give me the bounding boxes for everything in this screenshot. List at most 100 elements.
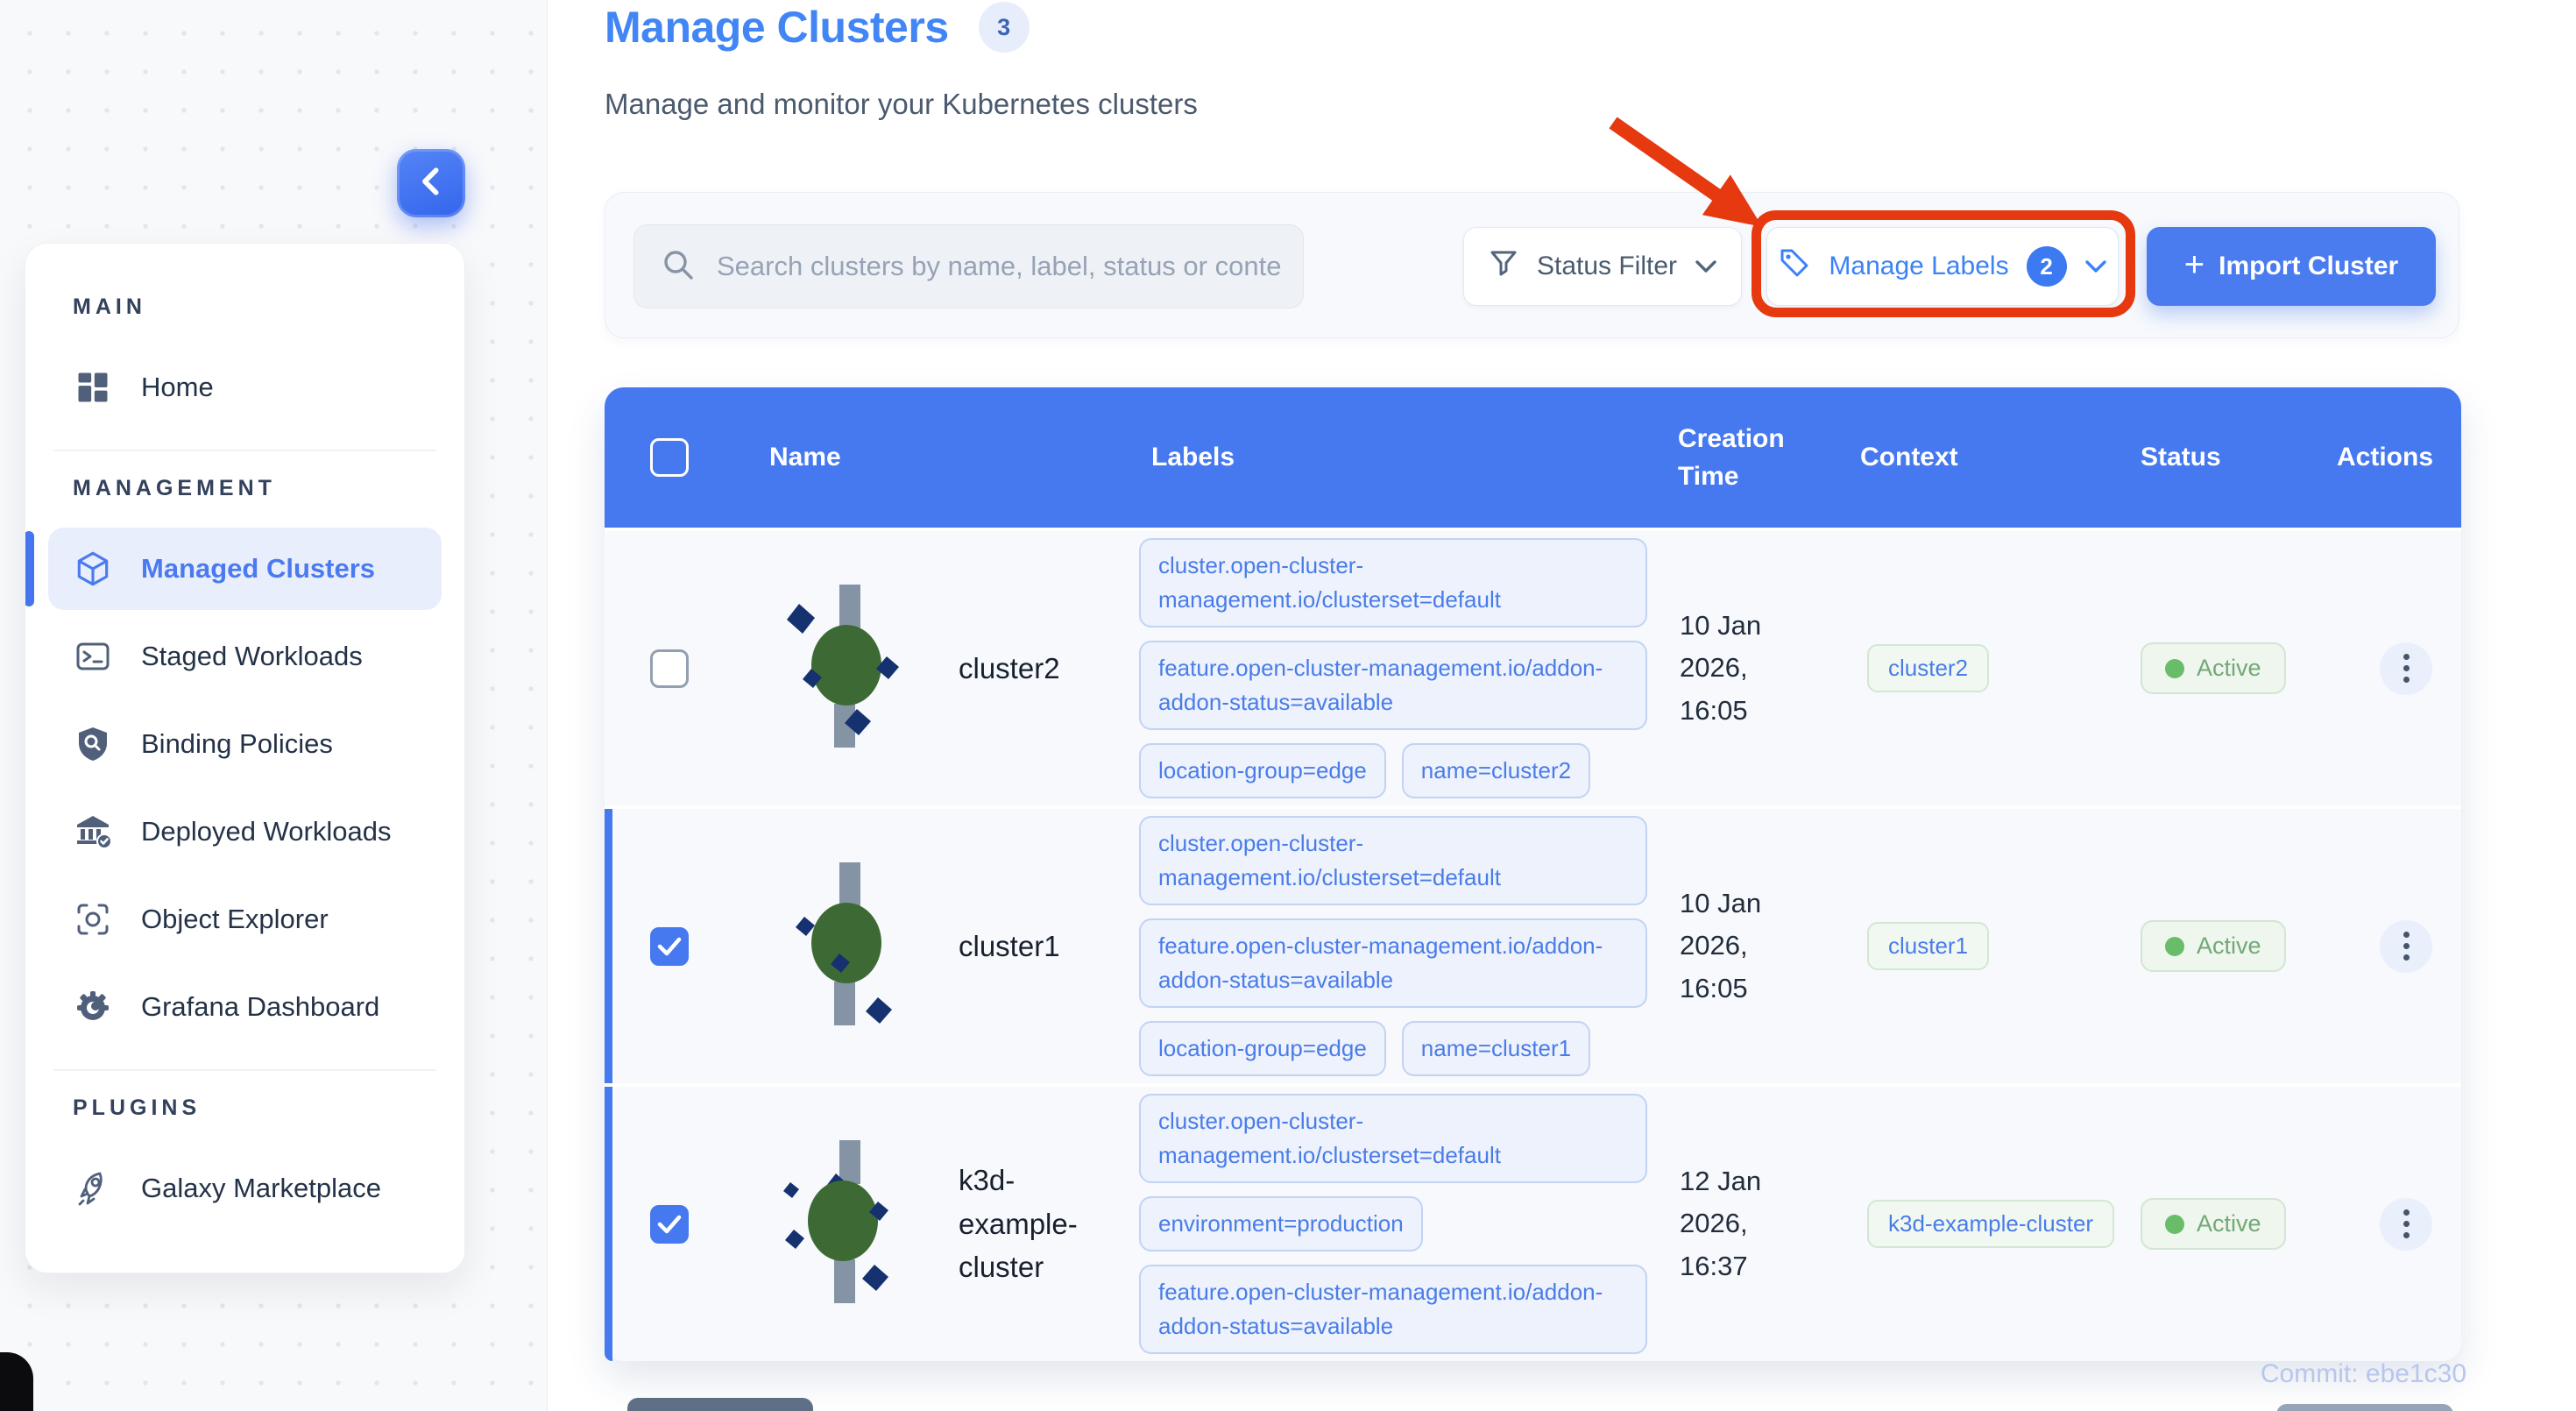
sidebar-collapse-button[interactable] xyxy=(397,149,465,217)
sidebar-item-binding-policies[interactable]: Binding Policies xyxy=(48,703,442,785)
cluster-node-icon xyxy=(769,583,927,754)
cluster-name: k3d- example- cluster xyxy=(959,1164,1078,1284)
cluster-name: cluster1 xyxy=(959,929,1060,962)
table-row: cluster2 cluster.open-cluster- managemen… xyxy=(605,531,2461,805)
table-row: cluster1 cluster.open-cluster- managemen… xyxy=(605,809,2461,1083)
sidebar-item-label: Staged Workloads xyxy=(141,641,363,671)
status-badge: Active xyxy=(2141,920,2286,972)
sidebar-item-deployed-workloads[interactable]: Deployed Workloads xyxy=(48,791,442,873)
rocket-icon xyxy=(73,1168,113,1209)
sidebar-item-label: Object Explorer xyxy=(141,904,329,934)
chevron-down-icon xyxy=(2084,252,2107,281)
toolbar: Status Filter Manage Labels 2 + Import C… xyxy=(605,192,2459,338)
status-filter-label: Status Filter xyxy=(1536,252,1678,280)
tag-icon xyxy=(1778,246,1811,287)
sidebar-item-label: Deployed Workloads xyxy=(141,816,392,847)
manage-labels-count-badge: 2 xyxy=(2026,246,2067,287)
status-dot-icon xyxy=(2165,1214,2184,1234)
row-checkbox[interactable] xyxy=(650,1204,689,1244)
label-chip: name=cluster2 xyxy=(1401,743,1591,798)
column-header-context: Context xyxy=(1860,443,1958,472)
table-row: k3d- example- cluster cluster.open-clust… xyxy=(605,1087,2461,1361)
label-chip: cluster.open-cluster- management.io/clus… xyxy=(1139,538,1647,628)
cube-icon xyxy=(73,549,113,589)
row-checkbox[interactable] xyxy=(650,649,689,688)
creation-time: 10 Jan 2026, 16:05 xyxy=(1680,610,1762,726)
clusters-table: Name Labels Creation Time Context Status… xyxy=(605,387,2461,1361)
sidebar-section-main: MAIN xyxy=(73,294,146,319)
status-badge: Active xyxy=(2141,1198,2286,1250)
row-actions-button[interactable] xyxy=(2380,1197,2432,1251)
sidebar-section-management: MANAGEMENT xyxy=(73,476,276,500)
sidebar: MAIN Home MANAGEMENT Managed Clusters St… xyxy=(25,243,465,1273)
funnel-icon xyxy=(1488,247,1519,286)
import-cluster-label: Import Cluster xyxy=(2219,252,2399,280)
status-badge: Active xyxy=(2141,642,2286,694)
plus-icon: + xyxy=(2183,245,2205,284)
chevron-left-icon xyxy=(416,164,446,203)
sidebar-section-plugins: PLUGINS xyxy=(73,1095,202,1120)
label-chip: environment=production xyxy=(1139,1196,1423,1251)
cluster-count-badge: 3 xyxy=(978,2,1030,53)
table-header-row: Name Labels Creation Time Context Status… xyxy=(605,387,2461,528)
cluster-node-icon xyxy=(769,1138,927,1309)
search-input[interactable] xyxy=(717,251,1282,282)
label-chip: name=cluster1 xyxy=(1401,1021,1591,1076)
manage-labels-button[interactable]: Manage Labels 2 xyxy=(1766,227,2119,306)
sidebar-item-home[interactable]: Home xyxy=(48,346,442,429)
status-filter-button[interactable]: Status Filter xyxy=(1463,227,1742,306)
column-header-actions: Actions xyxy=(2337,443,2434,472)
cluster-node-icon xyxy=(769,861,927,1032)
label-chip: feature.open-cluster-management.io/addon… xyxy=(1139,918,1647,1008)
shield-search-icon xyxy=(73,724,113,764)
status-dot-icon xyxy=(2165,936,2184,956)
status-label: Active xyxy=(2197,932,2261,959)
label-chip: cluster.open-cluster- management.io/clus… xyxy=(1139,1094,1647,1183)
sidebar-divider xyxy=(53,1069,436,1071)
sidebar-item-galaxy-marketplace[interactable]: Galaxy Marketplace xyxy=(48,1147,442,1230)
commit-hash: Commit: ebe1c30 xyxy=(2260,1359,2466,1388)
status-label: Active xyxy=(2197,1210,2261,1237)
sidebar-item-label: Galaxy Marketplace xyxy=(141,1173,381,1203)
column-header-creation-time: Creation Time xyxy=(1678,423,1785,492)
sidebar-item-grafana-dashboard[interactable]: Grafana Dashboard xyxy=(48,966,442,1048)
sidebar-item-managed-clusters[interactable]: Managed Clusters xyxy=(25,528,442,610)
column-header-name: Name xyxy=(769,443,841,472)
label-chip: location-group=edge xyxy=(1139,743,1386,798)
column-header-labels: Labels xyxy=(1151,443,1235,472)
creation-time: 10 Jan 2026, 16:05 xyxy=(1680,888,1762,1003)
manage-labels-label: Manage Labels xyxy=(1829,252,2009,280)
sidebar-divider xyxy=(53,450,436,451)
search-box xyxy=(633,224,1304,308)
search-icon xyxy=(659,245,697,288)
context-badge: cluster1 xyxy=(1867,922,1990,970)
pagination-button-partial[interactable] xyxy=(627,1398,813,1411)
sidebar-item-label: Grafana Dashboard xyxy=(141,991,380,1022)
status-label: Active xyxy=(2197,655,2261,681)
label-chip: location-group=edge xyxy=(1139,1021,1386,1076)
row-checkbox[interactable] xyxy=(650,926,689,966)
row-actions-button[interactable] xyxy=(2380,919,2432,973)
label-chip: feature.open-cluster-management.io/addon… xyxy=(1139,641,1647,730)
terminal-icon xyxy=(73,636,113,677)
row-actions-button[interactable] xyxy=(2380,642,2432,695)
creation-time: 12 Jan 2026, 16:37 xyxy=(1680,1166,1762,1281)
sidebar-item-object-explorer[interactable]: Object Explorer xyxy=(48,878,442,961)
sidebar-item-staged-workloads[interactable]: Staged Workloads xyxy=(48,615,442,698)
label-chip: cluster.open-cluster- management.io/clus… xyxy=(1139,816,1647,905)
app-screen: MAIN Home MANAGEMENT Managed Clusters St… xyxy=(0,0,2576,1411)
import-cluster-button[interactable]: + Import Cluster xyxy=(2147,227,2436,306)
pagination-button-partial[interactable] xyxy=(2276,1404,2453,1411)
dashboard-icon xyxy=(73,367,113,408)
label-chip: feature.open-cluster-management.io/addon… xyxy=(1139,1265,1647,1354)
scan-object-icon xyxy=(73,899,113,939)
grafana-icon xyxy=(73,987,113,1027)
page-title: Manage Clusters xyxy=(605,3,949,52)
context-badge: cluster2 xyxy=(1867,644,1990,692)
sidebar-item-label: Binding Policies xyxy=(141,728,333,759)
select-all-checkbox[interactable] xyxy=(650,438,689,477)
sidebar-item-label: Home xyxy=(141,372,214,402)
context-badge: k3d-example-cluster xyxy=(1867,1200,2115,1248)
bank-check-icon xyxy=(73,812,113,852)
status-dot-icon xyxy=(2165,658,2184,678)
